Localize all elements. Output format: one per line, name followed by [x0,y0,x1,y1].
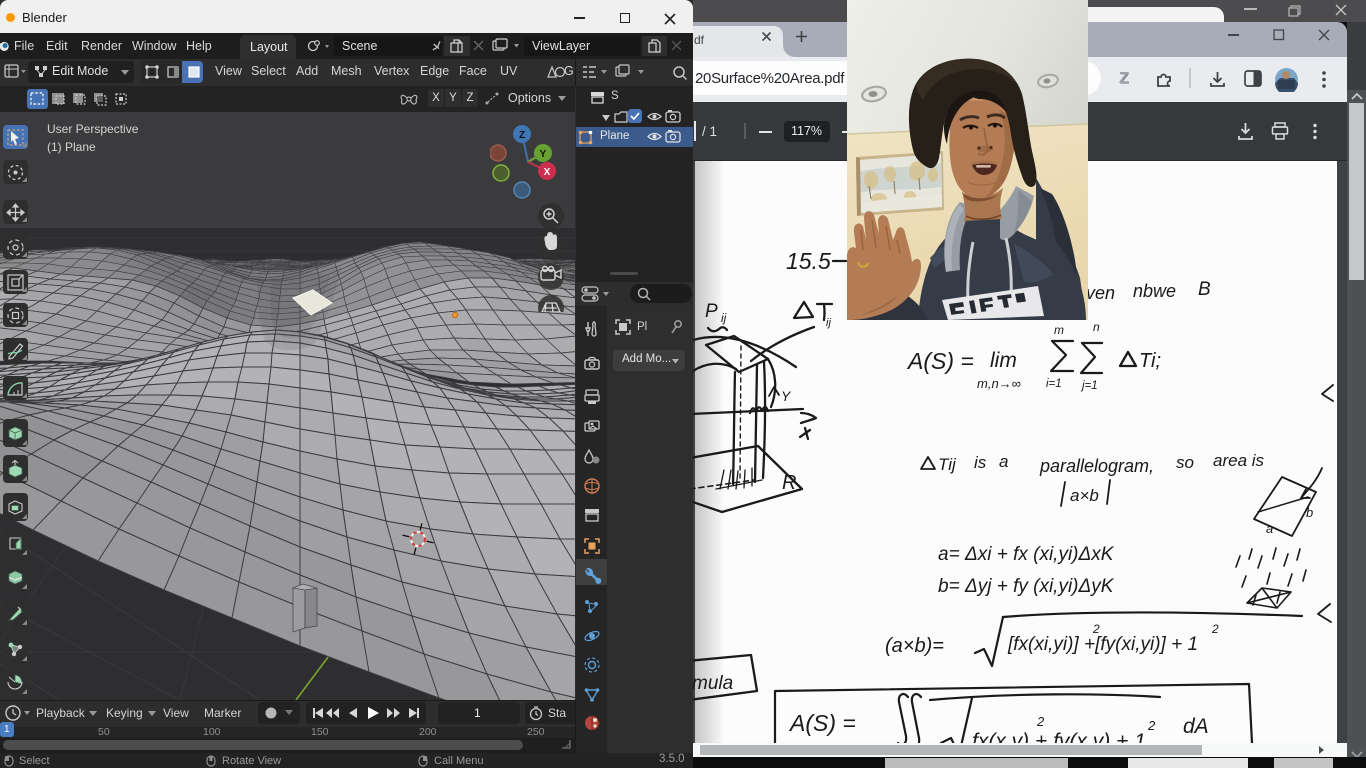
svg-text:(1) Plane: (1) Plane [47,140,96,154]
svg-text:ij: ij [826,317,831,329]
svg-text:m,n→∞: m,n→∞ [977,376,1021,391]
svg-text:is: is [974,453,987,472]
svg-text:ven: ven [1086,283,1115,303]
svg-text:a: a [999,452,1008,471]
svg-text:parallelogram,: parallelogram, [1039,456,1154,476]
svg-text:B: B [1198,279,1211,300]
svg-text:X: X [544,167,551,178]
svg-text:b= Δyj + fy (xi,yi)ΔyK: b= Δyj + fy (xi,yi)ΔyK [938,576,1115,597]
svg-text:Y: Y [781,388,792,404]
svg-text:A(S) =: A(S) = [788,710,856,736]
svg-text:n: n [1093,320,1100,334]
svg-text:j=1: j=1 [1080,380,1098,392]
svg-text:2: 2 [1147,718,1156,733]
svg-text:area is: area is [1213,451,1265,470]
svg-text:a= Δxi + fx (xi,yi)ΔxK: a= Δxi + fx (xi,yi)ΔxK [938,544,1115,565]
svg-text:mula: mula [693,673,733,694]
svg-text:Tij: Tij [938,455,957,474]
svg-text:A(S) =: A(S) = [906,348,974,374]
svg-text:ij: ij [721,311,727,325]
svg-text:2: 2 [1211,622,1219,636]
svg-text:[fx(xi,yi)] +[fy(xi,yi)] + 1: [fx(xi,yi)] +[fy(xi,yi)] + 1 [1007,634,1198,655]
svg-text:so: so [1176,453,1194,472]
svg-text:a: a [1266,521,1273,536]
svg-text:P: P [705,301,718,322]
svg-text:nbwe: nbwe [1133,281,1176,301]
svg-text:Z: Z [519,130,525,141]
svg-text:15.5: 15.5 [786,248,831,274]
svg-text:dA: dA [1183,715,1209,738]
svg-text:Ti;: Ti; [1139,350,1161,372]
svg-text:2: 2 [1036,714,1045,729]
svg-text:R: R [782,472,796,494]
svg-text:User Perspective: User Perspective [47,122,139,136]
svg-text:2: 2 [1092,622,1100,636]
svg-text:(a×b)=: (a×b)= [885,635,944,657]
svg-text:b: b [1306,505,1313,520]
svg-text:a×b: a×b [1070,486,1099,505]
svg-text:m: m [1054,323,1064,337]
svg-text:Y: Y [540,149,547,160]
svg-text:lim: lim [990,349,1017,372]
svg-text:fx(x,y) + fy(x,y) + 1: fx(x,y) + fy(x,y) + 1 [972,730,1146,743]
svg-text:i=1: i=1 [1046,378,1062,390]
